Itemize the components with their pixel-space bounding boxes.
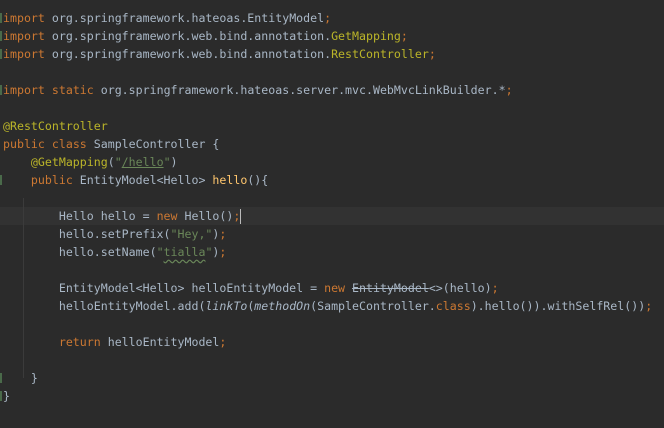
indent-guide	[23, 198, 24, 378]
code-token: "	[163, 155, 171, 169]
text-caret	[240, 209, 242, 224]
code-line[interactable]: EntityModel<Hello> helloEntityModel = ne…	[0, 279, 664, 297]
code-token: ).hello()).withSelfRel())	[470, 299, 646, 313]
code-token: "	[156, 245, 164, 259]
code-token: (	[107, 155, 115, 169]
code-line[interactable]	[0, 315, 664, 333]
code-line[interactable]: public EntityModel<Hello> hello(){	[0, 171, 664, 189]
code-token: EntityModel	[352, 281, 429, 295]
code-token: import	[3, 83, 45, 97]
code-token: @RestController	[3, 119, 108, 133]
code-token: EntityModel<Hello> helloEntityModel =	[3, 281, 325, 295]
code-line[interactable]	[0, 351, 664, 369]
code-token: helloEntityModel.add(	[3, 299, 206, 313]
code-line[interactable]: public class SampleController {	[0, 135, 664, 153]
code-token: ;	[428, 47, 436, 61]
code-token: public	[30, 173, 73, 187]
code-token: Hello()	[177, 209, 234, 223]
fold-marker-icon[interactable]	[0, 85, 2, 95]
code-line[interactable]: import static org.springframework.hateoa…	[0, 81, 664, 99]
code-editor[interactable]: import org.springframework.hateoas.Entit…	[0, 9, 664, 405]
code-token: import	[3, 29, 45, 43]
code-token: Hello hello =	[3, 209, 157, 223]
code-line[interactable]: return helloEntityModel;	[0, 333, 664, 351]
code-token: ;	[505, 83, 513, 97]
code-token: org.springframework.hateoas.server.mvc.W…	[93, 83, 506, 97]
code-token: helloEntityModel	[100, 335, 220, 349]
code-line[interactable]: }	[0, 369, 664, 387]
code-token: "	[114, 155, 122, 169]
code-line[interactable]: import org.springframework.hateoas.Entit…	[0, 9, 664, 27]
code-token: hello.setName(	[3, 245, 157, 259]
code-token: public	[3, 137, 45, 151]
code-token: ;	[491, 281, 499, 295]
code-line[interactable]: helloEntityModel.add(linkTo(methodOn(Sam…	[0, 297, 664, 315]
code-token: EntityModel<Hello>	[72, 173, 213, 187]
code-line[interactable]: @RestController	[0, 117, 664, 135]
code-line[interactable]: import org.springframework.web.bind.anno…	[0, 45, 664, 63]
code-token: org.springframework.web.bind.annotation.	[44, 29, 332, 43]
code-token: <>(hello)	[428, 281, 492, 295]
code-token: /hello	[121, 155, 164, 169]
code-token: import	[3, 11, 45, 25]
code-token: import	[3, 47, 45, 61]
code-line[interactable]	[0, 63, 664, 81]
code-line[interactable]: }	[0, 387, 664, 405]
code-line[interactable]: hello.setName("tialla");	[0, 243, 664, 261]
code-line[interactable]: Hello hello = new Hello();	[0, 207, 664, 225]
code-token: SampleController {	[86, 137, 220, 151]
code-token: new	[324, 281, 346, 295]
code-line[interactable]	[0, 261, 664, 279]
code-token: new	[156, 209, 178, 223]
code-token: methodOn	[254, 299, 311, 313]
code-token: class	[51, 137, 87, 151]
code-token: GetMapping	[331, 29, 401, 43]
code-token: static	[51, 83, 94, 97]
code-token: ;	[233, 209, 241, 223]
fold-marker-icon[interactable]	[0, 49, 2, 59]
code-token: "Hey,"	[170, 227, 213, 241]
code-line[interactable]: import org.springframework.web.bind.anno…	[0, 27, 664, 45]
code-token: ;	[219, 227, 227, 241]
code-token: (SampleController.	[310, 299, 436, 313]
code-line[interactable]	[0, 189, 664, 207]
code-token: ;	[219, 245, 227, 259]
code-token: +	[652, 299, 664, 313]
code-token: hello.setPrefix(	[3, 227, 171, 241]
fold-marker-icon[interactable]	[0, 373, 2, 383]
code-line[interactable]: @GetMapping("/hello")	[0, 153, 664, 171]
fold-marker-icon[interactable]	[0, 31, 2, 41]
fold-marker-icon[interactable]	[0, 13, 2, 23]
code-token: (){	[247, 173, 269, 187]
code-token: RestController	[331, 47, 429, 61]
code-token: ;	[219, 335, 227, 349]
code-token: }	[3, 371, 38, 385]
code-token: org.springframework.hateoas.EntityModel	[44, 11, 325, 25]
fold-marker-icon[interactable]	[0, 175, 2, 185]
code-token: ;	[324, 11, 332, 25]
code-token: @GetMapping	[30, 155, 108, 169]
code-line[interactable]: hello.setPrefix("Hey,");	[0, 225, 664, 243]
code-token: class	[435, 299, 471, 313]
code-token: return	[58, 335, 101, 349]
code-token: )	[170, 155, 178, 169]
code-token: tialla	[163, 245, 206, 259]
code-token: hello	[212, 173, 248, 187]
code-token: ;	[400, 29, 408, 43]
fold-marker-icon[interactable]	[0, 391, 2, 401]
code-token: org.springframework.web.bind.annotation.	[44, 47, 332, 61]
code-token: linkTo	[205, 299, 248, 313]
code-line[interactable]	[0, 99, 664, 117]
code-token: }	[3, 389, 10, 403]
